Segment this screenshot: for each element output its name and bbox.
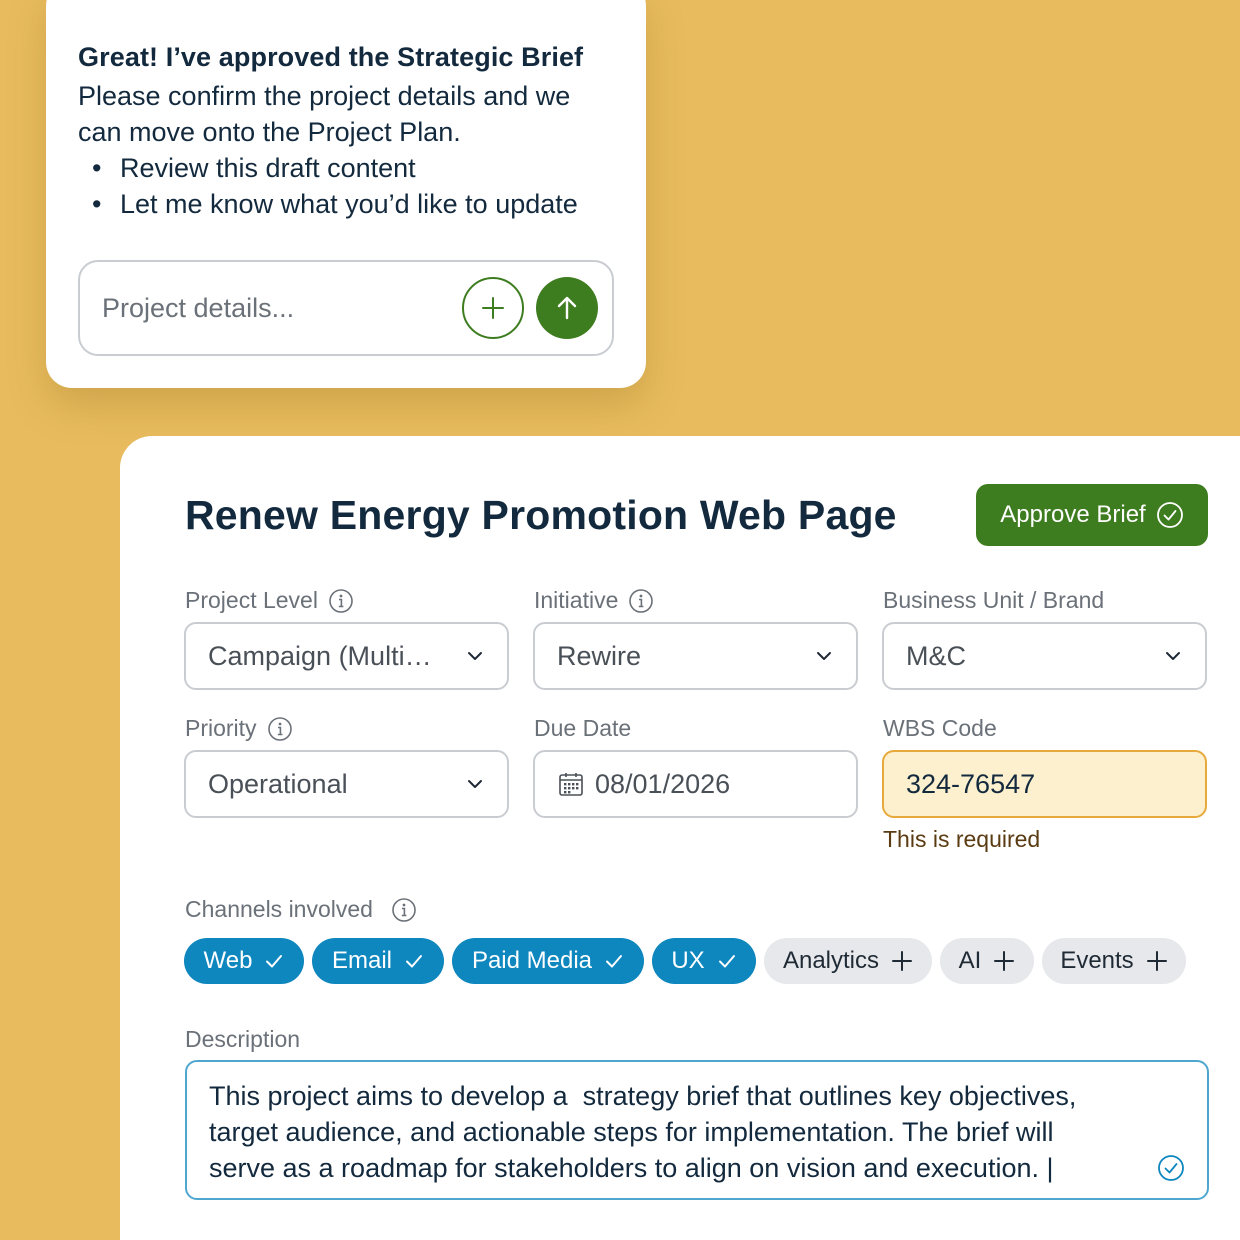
chat-card: Great! I’ve approved the Strategic Brief… (46, 0, 646, 388)
priority-label: Priority (185, 715, 293, 742)
project-level-select[interactable]: Campaign (Multi… (184, 622, 509, 690)
chip-label: Email (331, 947, 392, 974)
approve-brief-button[interactable]: Approve Brief (976, 484, 1208, 546)
chat-bullet-item: Review this draft content (92, 150, 578, 186)
channel-chip-email[interactable]: Email (312, 938, 444, 984)
business-unit-value: M&C (906, 640, 966, 671)
info-icon[interactable] (628, 588, 654, 614)
plus-icon (891, 950, 913, 972)
add-attachment-button[interactable] (462, 277, 524, 339)
due-date-label: Due Date (534, 715, 631, 742)
channels-label: Channels involved (185, 896, 417, 923)
channel-chip-ai[interactable]: AI (940, 938, 1034, 984)
plus-icon (993, 950, 1015, 972)
check-icon (604, 951, 624, 971)
description-textarea[interactable]: This project aims to develop a strategy … (185, 1060, 1209, 1200)
channel-chip-events[interactable]: Events (1042, 938, 1186, 984)
project-level-label: Project Level (185, 587, 354, 614)
chip-label: Events (1060, 947, 1134, 974)
chip-label: AI (958, 947, 982, 974)
chat-bullet-list: Review this draft content Let me know wh… (92, 150, 578, 222)
wbs-code-error: This is required (883, 826, 1041, 852)
check-icon (717, 951, 737, 971)
check-icon (264, 951, 284, 971)
priority-label-text: Priority (185, 715, 257, 741)
initiative-value: Rewire (557, 640, 642, 671)
chevron-down-icon (814, 646, 834, 666)
project-level-label-text: Project Level (185, 587, 318, 613)
channels-label-text: Channels involved (185, 896, 373, 922)
wbs-code-field[interactable] (882, 750, 1207, 818)
plus-icon (1146, 950, 1168, 972)
due-date-label-text: Due Date (534, 715, 632, 741)
approve-brief-label: Approve Brief (1000, 501, 1146, 528)
plus-icon (482, 297, 504, 319)
chevron-down-icon (1163, 646, 1183, 666)
channel-chip-analytics[interactable]: Analytics (764, 938, 932, 984)
channel-chip-paid-media[interactable]: Paid Media (452, 938, 644, 984)
chip-label: Web (203, 947, 253, 974)
check-circle-icon (1156, 502, 1183, 528)
send-button[interactable] (536, 277, 598, 339)
chat-title: Great! I’ve approved the Strategic Brief (78, 42, 584, 72)
business-unit-select[interactable]: M&C (882, 622, 1207, 690)
wbs-code-input[interactable] (906, 768, 1183, 800)
wbs-code-label: WBS Code (883, 715, 997, 742)
info-icon[interactable] (267, 716, 293, 742)
chat-input-box (78, 260, 614, 356)
initiative-select[interactable]: Rewire (533, 622, 858, 690)
channel-chip-web[interactable]: Web (184, 938, 304, 984)
channel-chip-ux[interactable]: UX (652, 938, 756, 984)
page-title: Renew Energy Promotion Web Page (185, 492, 897, 538)
calendar-icon[interactable] (557, 770, 585, 798)
initiative-label-text: Initiative (534, 587, 619, 613)
arrow-up-icon (557, 296, 577, 320)
chip-label: UX (671, 947, 705, 974)
priority-select[interactable]: Operational (184, 750, 509, 818)
info-icon[interactable] (328, 588, 354, 614)
chip-label: Paid Media (471, 947, 593, 974)
check-circle-icon (1157, 1154, 1185, 1182)
chat-message: Please confirm the project details and w… (78, 81, 571, 147)
chevron-down-icon (465, 646, 485, 666)
project-level-value: Campaign (Multi… (208, 640, 432, 671)
priority-value: Operational (208, 768, 348, 799)
due-date-value: 08/01/2026 (595, 768, 731, 799)
initiative-label: Initiative (534, 587, 654, 614)
project-form-card: Renew Energy Promotion Web Page Approve … (120, 436, 1240, 1240)
wbs-code-label-text: WBS Code (883, 715, 997, 741)
chevron-down-icon (465, 774, 485, 794)
chip-label: Analytics (782, 947, 880, 974)
info-icon[interactable] (391, 897, 417, 923)
description-text: This project aims to develop a strategy … (209, 1081, 1077, 1183)
project-details-input[interactable] (102, 288, 432, 328)
description-label-text: Description (185, 1026, 301, 1052)
description-label: Description (185, 1026, 300, 1053)
business-unit-label-text: Business Unit / Brand (883, 587, 1105, 613)
check-icon (404, 951, 424, 971)
chat-bullet-item: Let me know what you’d like to update (92, 186, 578, 222)
due-date-field[interactable]: 08/01/2026 (533, 750, 858, 818)
business-unit-label: Business Unit / Brand (883, 587, 1104, 614)
